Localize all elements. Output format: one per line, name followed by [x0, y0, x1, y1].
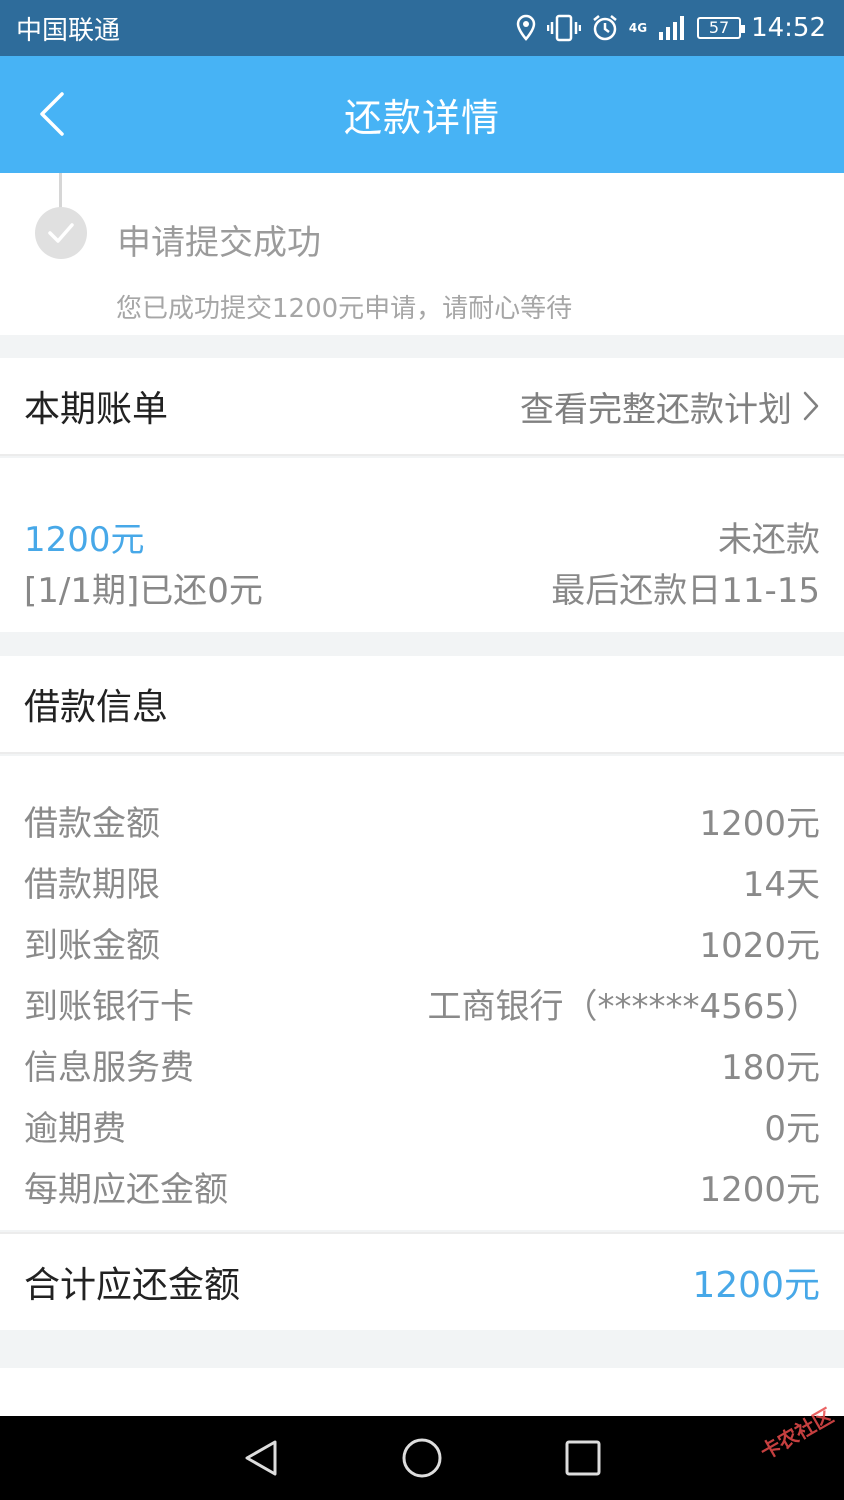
current-bill-header: 本期账单 查看完整还款计划 — [0, 358, 844, 456]
system-nav-bar — [0, 1416, 844, 1500]
loan-info-value: 14天 — [742, 864, 820, 905]
progress-title: 申请提交成功 — [117, 223, 321, 263]
loan-info-row: 每期应还金额 1200元 — [24, 1164, 820, 1210]
loan-info-row: 借款期限 14天 — [24, 859, 820, 905]
bill-amount-row: 1200元 未还款 — [24, 512, 820, 561]
bill-amount: 1200元 — [24, 520, 145, 560]
carrier-label: 中国联通 — [16, 15, 121, 46]
loan-info-label: 信息服务费 — [24, 1047, 194, 1088]
progress-description: 您已成功提交1200元申请，请耐心等待 — [116, 294, 573, 324]
network-type-label: 4G — [628, 21, 648, 35]
loan-info-label: 借款金额 — [24, 803, 160, 844]
loan-info-row: 到账金额 1020元 — [24, 920, 820, 966]
alarm-icon — [593, 15, 617, 41]
square-recents-icon — [565, 1440, 601, 1476]
chevron-right-icon — [803, 391, 819, 421]
current-bill-title: 本期账单 — [24, 389, 169, 430]
back-button[interactable] — [32, 86, 72, 142]
loan-info-row: 逾期费 0元 — [24, 1103, 820, 1149]
status-bar: 中国联通 4G 57 14:52 — [0, 0, 844, 56]
total-repayment-label: 合计应还金额 — [24, 1265, 241, 1306]
bill-period-row: [1/1期]已还0元 最后还款日11-15 — [24, 563, 820, 612]
navbar: 还款详情 — [0, 56, 844, 173]
bill-due-date: 最后还款日11-15 — [551, 571, 820, 611]
loan-info-value: 1200元 — [699, 803, 820, 844]
system-recents-button[interactable] — [553, 1428, 613, 1488]
loan-info-label: 逾期费 — [24, 1108, 126, 1149]
battery-icon: 57 — [697, 17, 746, 39]
triangle-back-icon — [245, 1440, 277, 1476]
loan-info-label: 到账银行卡 — [24, 986, 194, 1027]
loan-info-value: 180元 — [721, 1047, 820, 1088]
loan-info-value: 1200元 — [699, 1169, 820, 1210]
loan-info-label: 借款期限 — [24, 864, 160, 905]
system-back-button[interactable] — [231, 1428, 291, 1488]
bill-period-paid: [1/1期]已还0元 — [24, 571, 263, 611]
full-repayment-plan-link[interactable]: 查看完整还款计划 — [520, 382, 820, 431]
loan-info-title: 借款信息 — [24, 687, 169, 728]
circle-home-icon — [402, 1438, 442, 1478]
loan-info-row: 到账银行卡 工商银行（******4565） — [24, 981, 820, 1027]
vibrate-icon — [546, 14, 581, 42]
chevron-left-icon — [40, 92, 64, 136]
loan-info-label: 每期应还金额 — [24, 1169, 228, 1210]
bill-status: 未还款 — [718, 520, 820, 560]
status-icons: 4G 57 14:52 — [515, 13, 826, 43]
loan-info-value: 工商银行（******4565） — [427, 986, 820, 1027]
location-icon — [516, 14, 536, 41]
loan-info-row: 借款金额 1200元 — [24, 798, 820, 844]
loan-info-header: 借款信息 — [0, 656, 844, 754]
bottom-blank — [0, 1368, 844, 1416]
page-title: 还款详情 — [343, 96, 500, 140]
full-repayment-plan-label: 查看完整还款计划 — [520, 389, 792, 430]
signal-icon — [659, 16, 685, 40]
total-repayment-value: 1200元 — [692, 1265, 820, 1306]
loan-info-label: 到账金额 — [24, 925, 160, 966]
total-repayment-row: 合计应还金额 1200元 — [0, 1232, 844, 1330]
loan-info-value: 1020元 — [699, 925, 820, 966]
clock-label: 14:52 — [751, 13, 826, 43]
check-icon — [35, 207, 87, 259]
system-home-button[interactable] — [392, 1428, 452, 1488]
loan-info-value: 0元 — [764, 1108, 820, 1149]
loan-info-row: 信息服务费 180元 — [24, 1042, 820, 1088]
